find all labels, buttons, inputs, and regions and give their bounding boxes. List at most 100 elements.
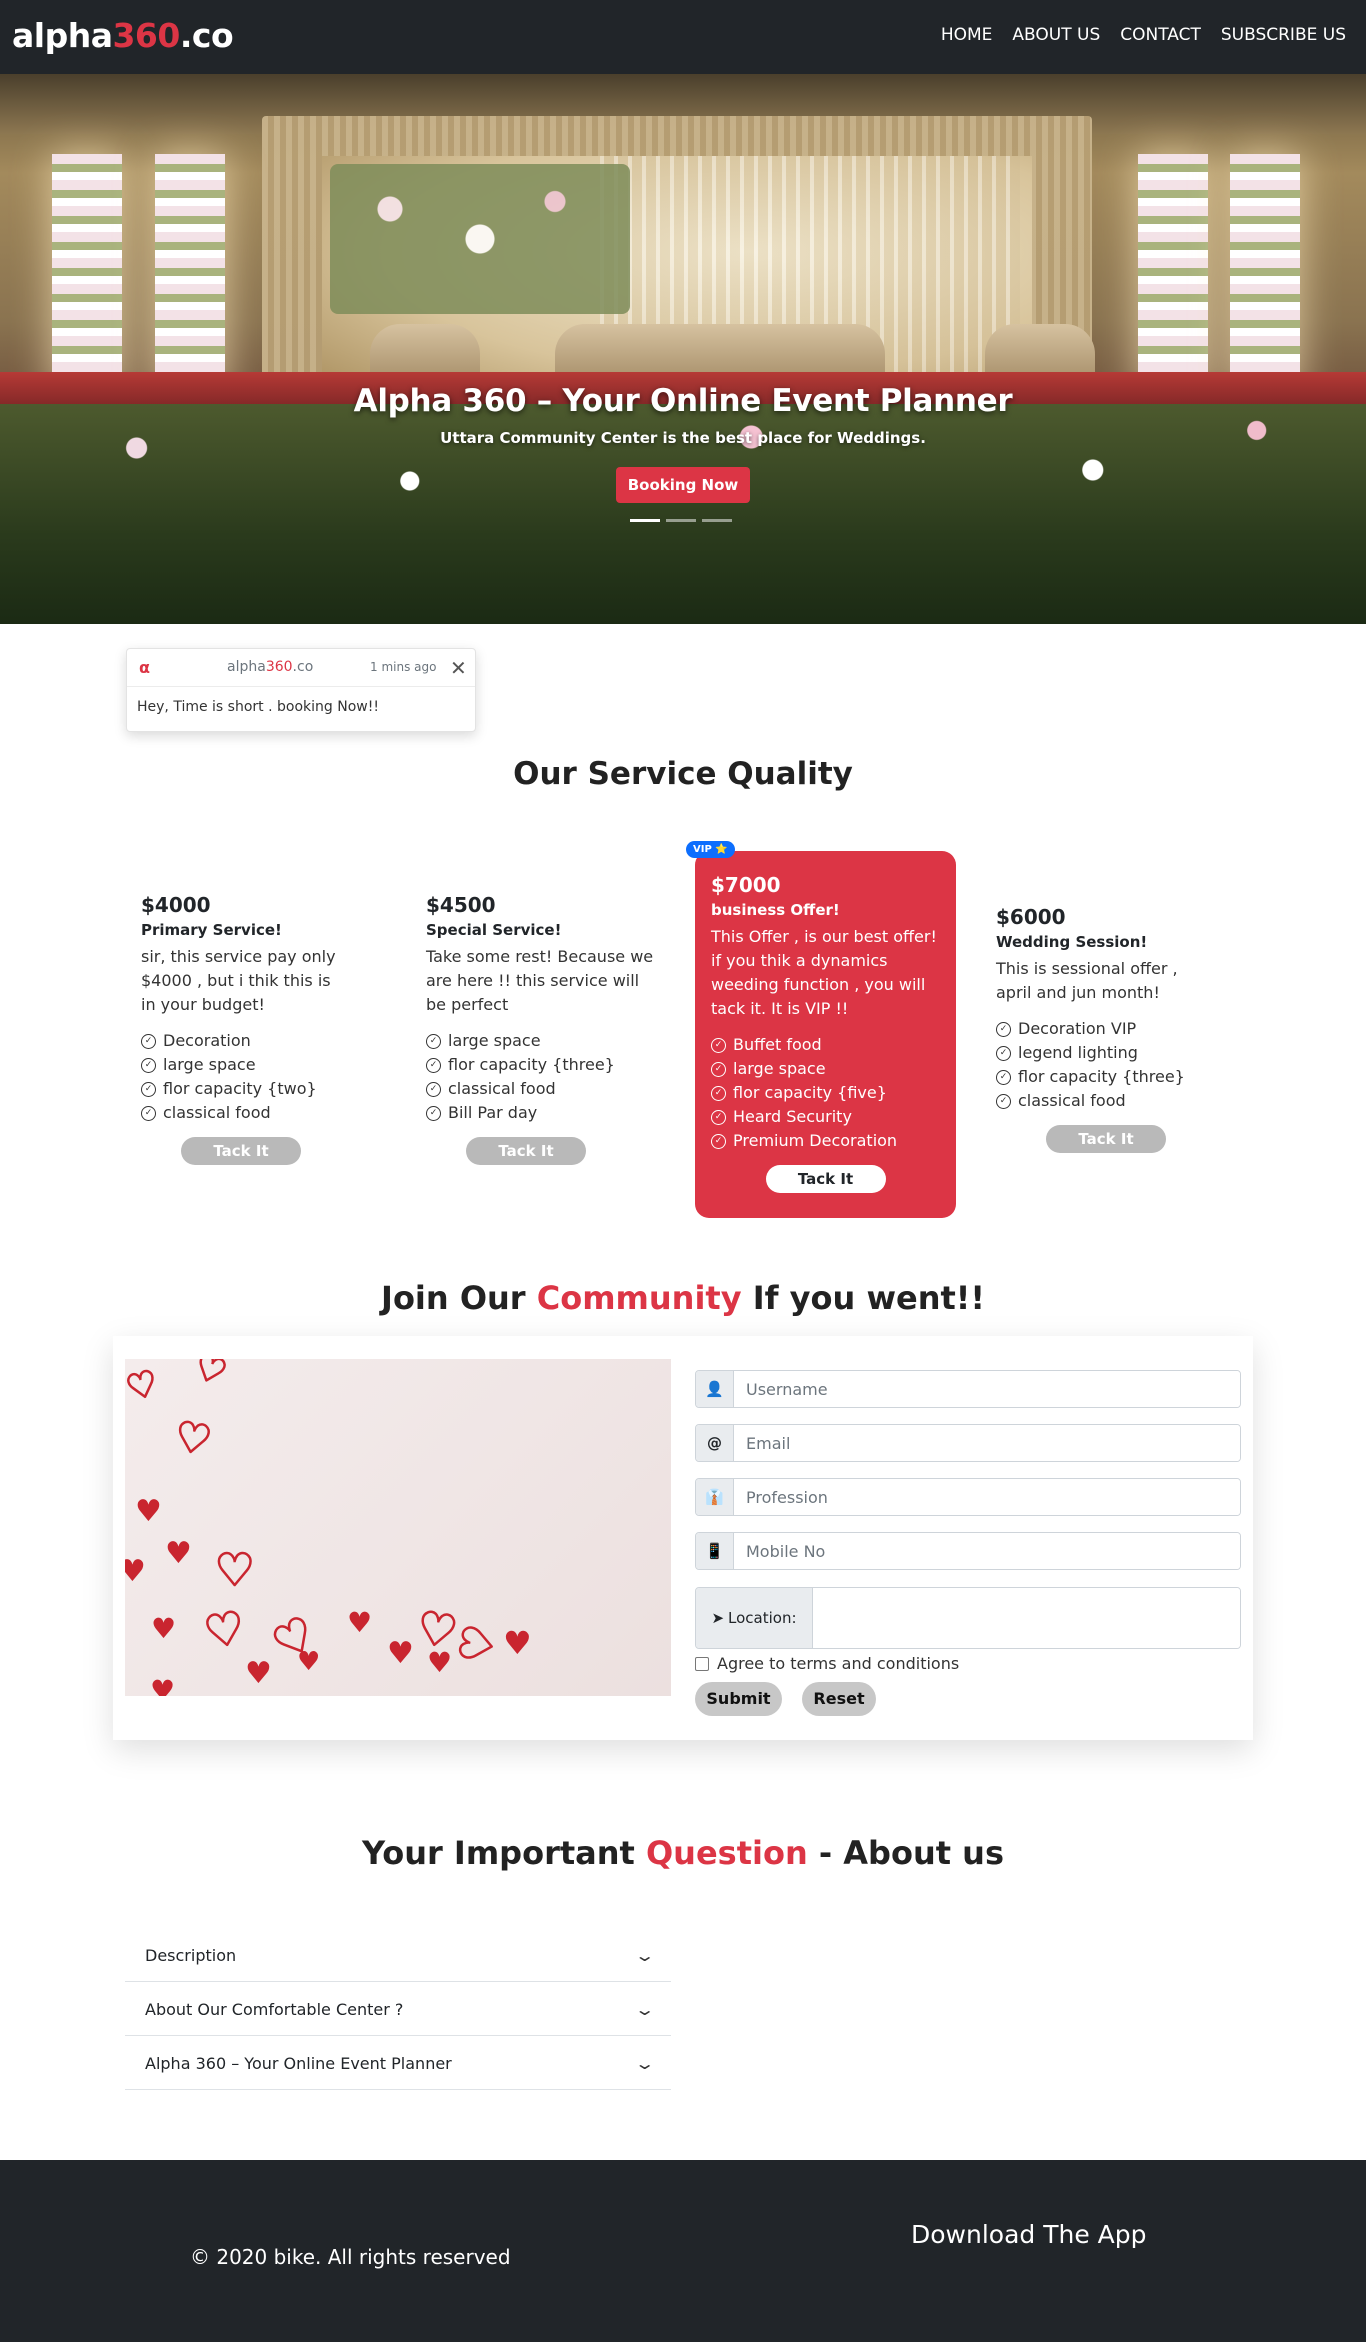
toast-brand: alpha360.co xyxy=(227,659,313,675)
brand-logo[interactable]: alpha360.co xyxy=(12,16,234,55)
check-circle-icon: ✓ xyxy=(426,1105,441,1121)
close-icon[interactable]: ✕ xyxy=(450,656,467,680)
nav-link-about[interactable]: ABOUT US xyxy=(1012,25,1100,45)
hero-image-flowers xyxy=(330,164,630,314)
community-title-after: If you went!! xyxy=(741,1279,985,1317)
card-description: Take some rest! Because we are here !! t… xyxy=(426,947,654,1014)
check-circle-icon: ✓ xyxy=(711,1133,726,1149)
faq-title: Your Important Question - About us xyxy=(0,1834,1366,1872)
list-item: ✓ Bill Par day xyxy=(426,1101,661,1125)
heart-icon: ♥ xyxy=(188,1359,233,1395)
location-field: ➤ Location: xyxy=(695,1587,1241,1649)
list-item: ✓ flor capacity {five} xyxy=(711,1081,940,1105)
carousel-indicator-3[interactable] xyxy=(702,519,732,522)
hero-carousel: Alpha 360 – Your Online Event Planner Ut… xyxy=(0,74,1366,624)
heart-icon: ♥ xyxy=(245,1656,272,1691)
check-circle-icon: ✓ xyxy=(141,1081,156,1097)
alpha-logo-icon: α xyxy=(139,658,150,677)
check-circle-icon: ✓ xyxy=(996,1093,1011,1109)
check-circle-icon: ✓ xyxy=(711,1085,726,1101)
toast-brand-main: alpha xyxy=(227,659,266,675)
terms-checkbox[interactable]: Agree to terms and conditions xyxy=(695,1654,959,1673)
check-circle-icon: ✓ xyxy=(141,1105,156,1121)
card-description: sir, this service pay only $4000 , but i… xyxy=(141,947,336,1014)
location-addon: ➤ Location: xyxy=(696,1588,813,1648)
heart-icon: ♥ xyxy=(170,1412,216,1466)
hero-image-pillar xyxy=(52,154,122,394)
check-circle-icon: ✓ xyxy=(426,1057,441,1073)
heart-icon: ♥ xyxy=(503,1624,532,1662)
check-circle-icon: ✓ xyxy=(996,1021,1011,1037)
tack-it-button[interactable]: Tack It xyxy=(466,1137,586,1165)
submit-button[interactable]: Submit xyxy=(695,1682,782,1716)
feature-label: classical food xyxy=(1018,1091,1126,1110)
heart-icon: ♥ xyxy=(150,1674,176,1697)
accordion-item-description[interactable]: Description ⌄ xyxy=(125,1929,671,1982)
reset-button[interactable]: Reset xyxy=(802,1682,876,1716)
heart-icon: ♥ xyxy=(347,1606,373,1639)
card-features: ✓ Decoration VIP ✓ legend lighting ✓ flor … xyxy=(996,1017,1216,1113)
booking-now-button[interactable]: Booking Now xyxy=(615,467,751,503)
username-input[interactable] xyxy=(734,1371,1240,1407)
hero-subtitle: Uttara Community Center is the best plac… xyxy=(440,429,926,447)
email-field: @ xyxy=(695,1424,1241,1462)
card-features: ✓ large space ✓ flor capacity {three} ✓ cl… xyxy=(426,1029,661,1125)
toast-timestamp: 1 mins ago xyxy=(370,660,437,674)
nav-link-home[interactable]: HOME xyxy=(941,25,993,45)
pricing-card-primary: $4000 Primary Service! sir, this service… xyxy=(141,893,341,1165)
heart-icon: ♥ xyxy=(427,1646,453,1679)
chevron-down-icon: ⌄ xyxy=(633,1999,656,2019)
check-circle-icon: ✓ xyxy=(426,1081,441,1097)
list-item: ✓ large space xyxy=(426,1029,661,1053)
carousel-indicator-2[interactable] xyxy=(666,519,696,522)
location-textarea[interactable] xyxy=(813,1588,1240,1648)
faq-title-after: - About us xyxy=(807,1834,1004,1872)
heart-icon: ♥ xyxy=(449,1620,506,1668)
location-arrow-icon: ➤ xyxy=(711,1609,725,1627)
toast-header: α alpha360.co 1 mins ago ✕ xyxy=(127,649,475,687)
list-item: ✓ Decoration VIP xyxy=(996,1017,1216,1041)
heart-icon: ♥ xyxy=(151,1612,177,1645)
pricing-card-vip: VIP ⭐ $7000 business Offer! This Offer ,… xyxy=(686,841,956,1218)
hero-title: Alpha 360 – Your Online Event Planner xyxy=(353,383,1013,419)
accordion-item-event-planner[interactable]: Alpha 360 – Your Online Event Planner ⌄ xyxy=(125,2037,671,2090)
check-circle-icon: ✓ xyxy=(996,1045,1011,1061)
check-circle-icon: ✓ xyxy=(711,1037,726,1053)
footer: © 2020 bike. All rights reserved Downloa… xyxy=(0,2160,1366,2342)
carousel-indicator-1[interactable] xyxy=(630,519,660,522)
card-price: $4500 xyxy=(426,893,496,917)
card-title: business Offer! xyxy=(711,901,840,919)
list-item: ✓ classical food xyxy=(141,1101,341,1125)
tack-it-button[interactable]: Tack It xyxy=(1046,1125,1166,1153)
toast-brand-tld: .co xyxy=(292,659,314,675)
heart-icon: ♥ xyxy=(297,1647,321,1677)
tack-it-button[interactable]: Tack It xyxy=(765,1165,886,1193)
check-circle-icon: ✓ xyxy=(996,1069,1011,1085)
nav-link-contact[interactable]: CONTACT xyxy=(1120,25,1201,45)
check-circle-icon: ✓ xyxy=(711,1061,726,1077)
card-price: $6000 xyxy=(996,905,1066,929)
list-item: ✓ Buffet food xyxy=(711,1033,940,1057)
list-item: ✓ large space xyxy=(711,1057,940,1081)
mobile-field: 📱 xyxy=(695,1532,1241,1570)
chevron-down-icon: ⌄ xyxy=(633,1945,656,1965)
community-title-accent: Community xyxy=(536,1279,742,1317)
card-title: Special Service! xyxy=(426,921,562,939)
accordion-item-comfortable-center[interactable]: About Our Comfortable Center ? ⌄ xyxy=(125,1983,671,2036)
mobile-input[interactable] xyxy=(734,1533,1240,1569)
heart-icon: ♥ xyxy=(125,1361,163,1410)
profession-input[interactable] xyxy=(734,1479,1240,1515)
community-title-before: Join Our xyxy=(381,1279,537,1317)
feature-label: Decoration xyxy=(163,1031,251,1050)
heart-icon: ♥ xyxy=(200,1601,250,1661)
feature-label: classical food xyxy=(163,1103,271,1122)
email-input[interactable] xyxy=(734,1425,1240,1461)
nav-link-subscribe[interactable]: SUBSCRIBE US xyxy=(1221,25,1346,45)
checkbox[interactable] xyxy=(695,1656,709,1671)
tack-it-button[interactable]: Tack It xyxy=(181,1137,301,1165)
feature-label: Buffet food xyxy=(733,1035,822,1054)
list-item: ✓ flor capacity {three} xyxy=(996,1065,1216,1089)
hero-image-pillar xyxy=(1230,154,1300,394)
copyright-text: © 2020 bike. All rights reserved xyxy=(190,2245,511,2269)
location-label: Location: xyxy=(728,1609,797,1627)
